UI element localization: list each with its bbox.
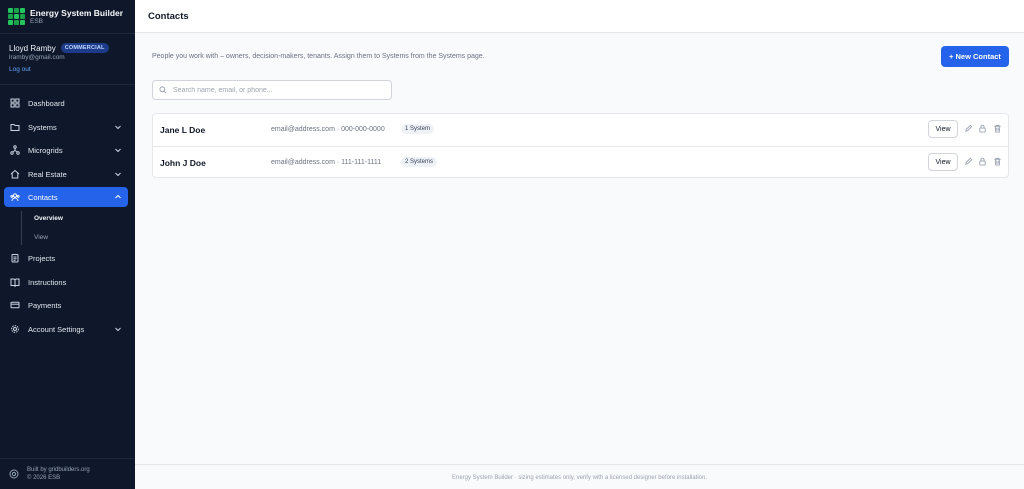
sidebar-item-label: Instructions xyxy=(28,277,67,287)
sidebar-item-label: Contacts xyxy=(28,192,58,202)
top-bar: Contacts xyxy=(135,0,1024,33)
view-button[interactable]: View xyxy=(928,153,958,171)
folder-icon xyxy=(10,124,20,131)
sidebar-item-label: Account Settings xyxy=(28,324,85,334)
divider xyxy=(0,33,135,34)
brand[interactable]: Energy System Builder ESB xyxy=(8,8,123,26)
contact-info: email@address.com · 111-111-1111 xyxy=(271,159,382,166)
chevron-down-icon xyxy=(115,125,121,130)
systems-badge: 2 Systems xyxy=(401,157,438,167)
subnav-line xyxy=(21,211,22,245)
sidebar-item-label: Projects xyxy=(28,253,56,263)
footer-credit: Built by gridbuilders.org xyxy=(27,467,90,473)
subnav-view[interactable]: View xyxy=(34,234,48,241)
footer-disclaimer: Energy System Builder · sizing estimates… xyxy=(451,475,707,481)
pencil-icon[interactable] xyxy=(964,157,973,166)
trash-icon[interactable] xyxy=(993,157,1002,166)
contact-info: email@address.com · 000-000-0000 xyxy=(271,126,385,133)
home-icon xyxy=(10,169,20,179)
gear-icon xyxy=(11,325,19,333)
search-input[interactable] xyxy=(173,86,373,94)
subnav-overview[interactable]: Overview xyxy=(34,215,63,222)
contact-name: John J Doe xyxy=(160,158,206,168)
user-block: Lloyd Ramby COMMERCIAL xyxy=(9,43,109,53)
sidebar-item-real-estate[interactable]: Real Estate xyxy=(4,164,128,184)
sidebar-item-label: Payments xyxy=(28,300,62,310)
book-icon xyxy=(10,278,20,287)
new-contact-button[interactable]: + New Contact xyxy=(941,46,1009,67)
sidebar-item-payments[interactable]: Payments xyxy=(4,295,128,315)
user-email: lramby@gmail.com xyxy=(9,54,65,61)
chevron-down-icon xyxy=(115,148,121,153)
systems-badge: 1 System xyxy=(401,124,435,134)
table-row[interactable]: Jane L Doe email@address.com · 000-000-0… xyxy=(153,114,1008,146)
divider xyxy=(0,84,135,85)
clipboard-icon xyxy=(11,254,19,263)
contact-name: Jane L Doe xyxy=(160,125,206,135)
chevron-down-icon xyxy=(115,327,121,332)
divider xyxy=(0,458,135,459)
pencil-icon[interactable] xyxy=(964,124,973,133)
sidebar-footer: Built by gridbuilders.org © 2026 ESB xyxy=(9,466,90,482)
sidebar-item-contacts[interactable]: Contacts xyxy=(4,187,128,207)
brand-logo-icon xyxy=(8,8,26,26)
contacts-icon xyxy=(10,193,20,202)
page-footer: Energy System Builder · sizing estimates… xyxy=(135,464,1024,489)
chevron-up-icon xyxy=(115,194,121,199)
contacts-table: Jane L Doe email@address.com · 000-000-0… xyxy=(152,113,1009,178)
footer-copyright: © 2026 ESB xyxy=(27,475,61,481)
sidebar-item-label: Dashboard xyxy=(28,98,65,108)
sidebar-item-instructions[interactable]: Instructions xyxy=(4,272,128,292)
brand-subtitle: ESB xyxy=(30,18,44,25)
sidebar: Energy System Builder ESB Lloyd Ramby CO… xyxy=(0,0,135,489)
sidebar-item-label: Microgrids xyxy=(28,145,63,155)
lock-icon[interactable] xyxy=(978,124,987,133)
plan-badge: COMMERCIAL xyxy=(60,43,109,53)
chevron-down-icon xyxy=(115,172,121,177)
sidebar-item-microgrids[interactable]: Microgrids xyxy=(4,140,128,160)
credit-card-icon xyxy=(10,301,20,309)
view-button[interactable]: View xyxy=(928,120,958,138)
intro-text: People you work with – owners, decision-… xyxy=(152,53,485,60)
sidebar-item-dashboard[interactable]: Dashboard xyxy=(4,93,128,113)
trash-icon[interactable] xyxy=(993,124,1002,133)
sidebar-item-systems[interactable]: Systems xyxy=(4,117,128,137)
sidebar-item-label: Real Estate xyxy=(28,169,67,179)
sidebar-item-label: Systems xyxy=(28,122,57,132)
search-box[interactable] xyxy=(152,80,392,100)
lock-icon[interactable] xyxy=(978,157,987,166)
page-title: Contacts xyxy=(148,11,189,22)
gridbuilders-logo-icon xyxy=(9,469,19,479)
sidebar-item-account-settings[interactable]: Account Settings xyxy=(4,319,128,339)
network-icon xyxy=(10,145,20,155)
table-row[interactable]: John J Doe email@address.com · 111-111-1… xyxy=(153,146,1008,178)
logout-link[interactable]: Log out xyxy=(9,66,31,73)
search-icon xyxy=(159,86,167,94)
layout-grid-icon xyxy=(10,98,20,108)
sidebar-item-projects[interactable]: Projects xyxy=(4,248,128,268)
user-name: Lloyd Ramby xyxy=(9,43,56,53)
brand-title: Energy System Builder xyxy=(30,8,124,18)
